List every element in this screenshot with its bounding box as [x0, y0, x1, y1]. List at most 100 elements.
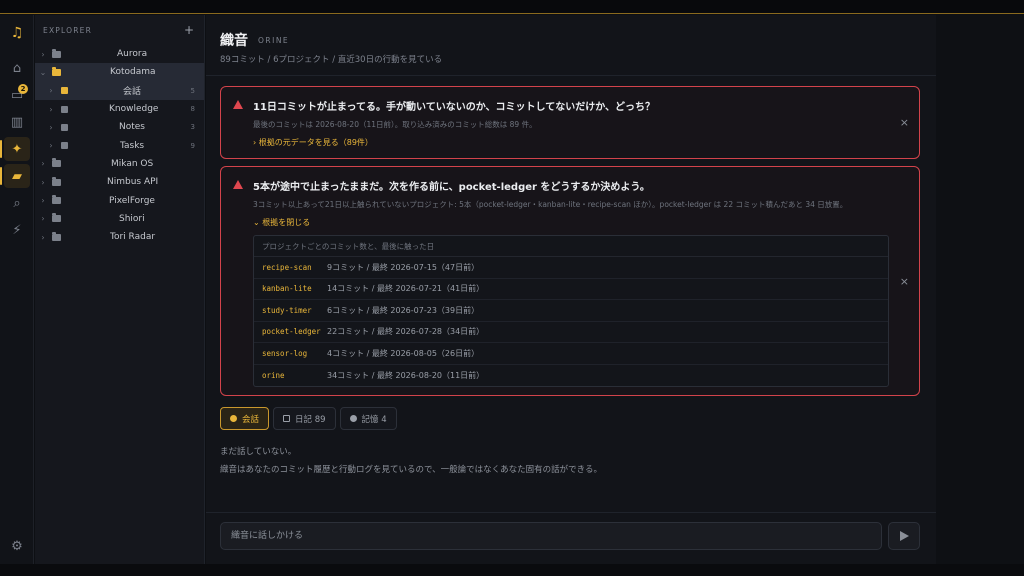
- tree-item-tori-radar[interactable]: › Tori Radar: [35, 228, 204, 246]
- folder-icon: [52, 158, 61, 168]
- alert-card-stalled-commits: 11日コミットが止まってる。手が動いていないのか、コミットしてないだけか、どっち…: [220, 86, 920, 159]
- explorer-header: EXPLORER +: [35, 15, 204, 45]
- tree-label: Aurora: [117, 49, 148, 60]
- chat-icon: [61, 87, 68, 95]
- chevron-right-icon: ›: [41, 214, 45, 224]
- tab-conversation[interactable]: 会話: [220, 407, 270, 430]
- tab-label: 日記 89: [295, 414, 326, 425]
- chevron-right-icon: ›: [41, 177, 45, 187]
- page-meta: 89コミット / 6プロジェクト / 直近30日の行動を見ている: [220, 55, 443, 65]
- project-info: 34コミット / 最終 2026-08-20（11日前）: [327, 370, 485, 380]
- tree-label: Kotodama: [110, 67, 156, 78]
- alert-card-stalled-projects: 5本が途中で止まったままだ。次を作る前に、pocket-ledger をどうする…: [220, 166, 920, 396]
- tree-label: PixelForge: [109, 195, 155, 206]
- table-row: study-timer 6コミット / 最終 2026-07-23（39日前）: [254, 300, 888, 322]
- chevron-right-icon: ›: [41, 232, 45, 242]
- chevron-right-icon: ›: [49, 122, 53, 132]
- chevron-right-icon: ›: [49, 104, 53, 114]
- folder-icon: [52, 213, 61, 223]
- show-evidence-link[interactable]: › 根拠の元データを見る（89件）: [253, 137, 373, 148]
- folder-icon: [52, 231, 61, 241]
- table-row: pocket-ledger 22コミット / 最終 2026-07-28（34日…: [254, 322, 888, 343]
- send-icon: [899, 531, 909, 541]
- pencil-icon: [283, 415, 291, 422]
- folder-icon[interactable]: ▰: [0, 164, 30, 188]
- project-name: recipe-scan: [262, 262, 312, 272]
- table-row: kanban-lite 14コミット / 最終 2026-07-21（41日前）: [254, 279, 888, 300]
- project-name: study-timer: [262, 305, 312, 315]
- tree-count: 8: [190, 105, 195, 114]
- project-tree: › Aurora ⌄ Kotodama › 会話 5 › Knowledge 8…: [35, 45, 204, 246]
- table-row: sensor-log 4コミット / 最終 2026-08-05（26日前）: [254, 343, 888, 365]
- home-icon[interactable]: ⌂: [4, 56, 30, 80]
- tree-item-knowledge[interactable]: › Knowledge 8: [35, 100, 204, 118]
- hide-evidence-label: 根拠を閉じる: [262, 218, 311, 227]
- chevron-right-icon: ›: [49, 141, 53, 151]
- sparkle-icon[interactable]: ✦: [0, 137, 30, 161]
- tree-label: Nimbus API: [107, 177, 159, 188]
- send-button[interactable]: [888, 522, 920, 550]
- inbox-icon[interactable]: ▭ 2: [4, 83, 30, 107]
- project-name: sensor-log: [262, 348, 308, 358]
- tree-label: Tori Radar: [110, 232, 156, 243]
- page-tag: ORINE: [258, 36, 290, 45]
- chart-icon[interactable]: ▥: [4, 110, 30, 134]
- window-bottom-bar: [0, 564, 1024, 576]
- tree-item-pixelforge[interactable]: › PixelForge: [35, 191, 204, 209]
- folder-icon: [52, 176, 61, 186]
- search-icon[interactable]: ⌕: [4, 191, 30, 215]
- table-header: プロジェクトごとのコミット数と、最後に触った日: [254, 236, 888, 257]
- tree-label: Shiori: [119, 213, 145, 224]
- inbox-badge: 2: [18, 84, 28, 94]
- right-gutter: [936, 15, 1024, 564]
- tree-item-notes[interactable]: › Notes 3: [35, 118, 204, 136]
- project-name: pocket-ledger: [262, 327, 321, 337]
- tab-label: 記憶 4: [361, 414, 387, 425]
- project-info: 14コミット / 最終 2026-07-21（41日前）: [327, 284, 485, 294]
- divider: [206, 75, 936, 76]
- project-info: 4コミット / 最終 2026-08-05（26日前）: [327, 348, 480, 358]
- folder-icon: [52, 48, 61, 58]
- alert-description: 最後のコミットは 2026-08-20（11日前）。取り込み済みのコミット総数は…: [253, 120, 537, 129]
- project-info: 9コミット / 最終 2026-07-15（47日前）: [327, 262, 480, 272]
- chevron-down-icon: ⌄: [39, 67, 47, 77]
- tree-item-nimbus-api[interactable]: › Nimbus API: [35, 173, 204, 191]
- project-info: 22コミット / 最終 2026-07-28（34日前）: [327, 327, 485, 337]
- close-icon[interactable]: ×: [900, 275, 909, 288]
- table-row: recipe-scan 9コミット / 最終 2026-07-15（47日前）: [254, 257, 888, 279]
- tree-item-tasks[interactable]: › Tasks 9: [35, 136, 204, 154]
- project-name: kanban-lite: [262, 284, 312, 294]
- tab-memory[interactable]: 記憶 4: [339, 407, 397, 430]
- tree-count: 9: [190, 141, 195, 150]
- tree-item-aurora[interactable]: › Aurora: [35, 45, 204, 63]
- explorer-title: EXPLORER: [43, 25, 92, 35]
- bolt-icon[interactable]: ⚡: [4, 218, 30, 242]
- evidence-table: プロジェクトごとのコミット数と、最後に触った日 recipe-scan 9コミッ…: [253, 235, 889, 387]
- tab-label: 会話: [242, 414, 260, 425]
- tree-label: 会話: [123, 87, 142, 98]
- tree-item-shiori[interactable]: › Shiori: [35, 210, 204, 228]
- brain-icon: [61, 105, 68, 113]
- alert-title: 5本が途中で止まったままだ。次を作る前に、pocket-ledger をどうする…: [253, 182, 650, 193]
- table-row: orine 34コミット / 最終 2026-08-20（11日前）: [254, 365, 888, 387]
- empty-state-line: まだ話していない。: [220, 447, 297, 457]
- add-project-button[interactable]: +: [184, 23, 194, 37]
- tree-item-kotodama[interactable]: ⌄ Kotodama: [35, 63, 204, 82]
- tree-item-mikan-os[interactable]: › Mikan OS: [35, 155, 204, 173]
- page-title: 織音: [220, 33, 248, 49]
- hide-evidence-link[interactable]: ⌄ 根拠を閉じる: [253, 217, 310, 228]
- tab-diary[interactable]: 日記 89: [273, 407, 336, 430]
- show-evidence-label: 根拠の元データを見る（89件）: [258, 138, 373, 147]
- view-tabs: 会話 日記 89 記憶 4: [220, 407, 397, 430]
- music-note-icon[interactable]: ♫: [4, 21, 30, 45]
- alert-title: 11日コミットが止まってる。手が動いていないのか、コミットしてないだけか、どっち…: [253, 102, 656, 113]
- tree-count: 3: [190, 123, 195, 132]
- chevron-right-icon: ›: [41, 196, 45, 206]
- chevron-right-icon: ›: [41, 49, 45, 59]
- close-icon[interactable]: ×: [900, 116, 909, 129]
- tree-item-conversation[interactable]: › 会話 5: [35, 81, 204, 100]
- chat-input[interactable]: [220, 522, 882, 550]
- empty-state-description: 織音はあなたのコミット履歴と行動ログを見ているので、一般論ではなくあなた固有の話…: [220, 465, 602, 475]
- gear-icon[interactable]: ⚙: [4, 534, 30, 558]
- tree-label: Knowledge: [109, 104, 159, 115]
